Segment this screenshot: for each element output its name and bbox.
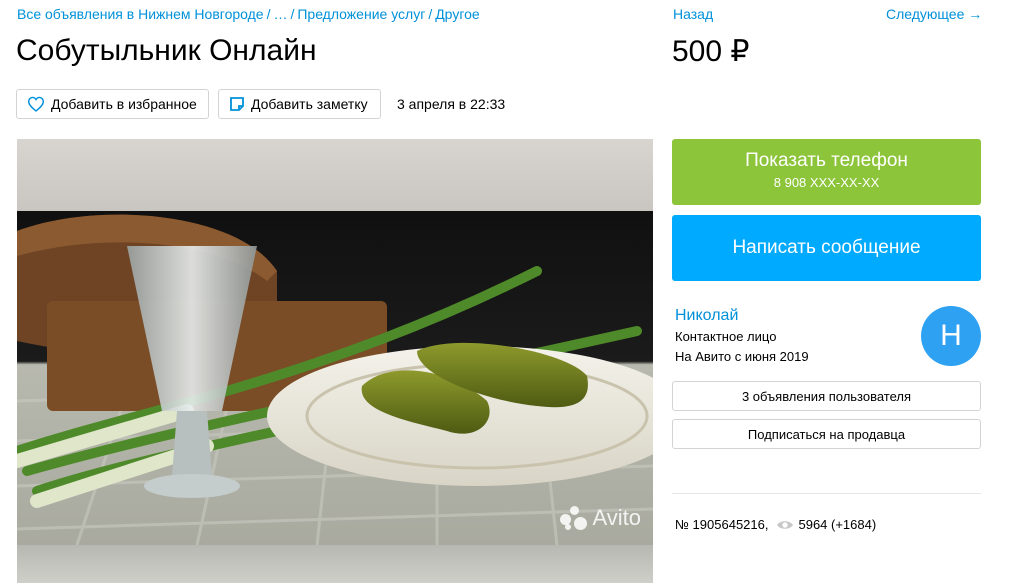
back-link[interactable]: Назад: [673, 6, 713, 22]
breadcrumb-separator: /: [428, 6, 433, 22]
breadcrumb-item-services[interactable]: Предложение услуг: [297, 6, 425, 22]
seller-ads-label: 3 объявления пользователя: [741, 388, 912, 404]
next-link[interactable]: Следующее →: [886, 6, 982, 22]
subscribe-seller-button[interactable]: Подписаться на продавца: [672, 419, 981, 449]
write-message-label: Написать сообщение: [732, 237, 921, 258]
eye-icon: [777, 520, 794, 529]
photo-image: [17, 211, 653, 546]
seller-role: Контактное лицо: [675, 329, 777, 344]
breadcrumb-item-ellipsis[interactable]: …: [273, 6, 287, 22]
price: 500 ₽: [672, 35, 750, 68]
breadcrumb-separator: /: [290, 6, 295, 22]
breadcrumb: Все объявления в Нижнем Новгороде /… / Пред…: [17, 6, 480, 22]
view-count: 5964 (+1684): [798, 517, 877, 532]
avatar[interactable]: Н: [921, 306, 981, 366]
subscribe-seller-label: Подписаться на продавца: [747, 426, 906, 442]
publish-date: 3 апреля в 22:33: [397, 96, 506, 112]
ad-meta: № 1905645216, 5964 (+1684): [675, 517, 876, 532]
seller-name[interactable]: Николай: [675, 307, 738, 325]
avito-watermark: Avito: [560, 505, 641, 531]
note-icon: [230, 97, 244, 111]
add-note-button[interactable]: Добавить заметку: [218, 89, 381, 119]
breadcrumb-item-other[interactable]: Другое: [435, 6, 479, 22]
seller-since: На Авито с июня 2019: [675, 349, 809, 364]
avito-watermark-text: Avito: [592, 505, 641, 530]
page-title: Собутыльник Онлайн: [16, 34, 317, 67]
ad-number: № 1905645216,: [675, 517, 769, 532]
write-message-button[interactable]: Написать сообщение: [672, 215, 981, 281]
avito-logo-icon: [560, 506, 588, 530]
show-phone-button[interactable]: Показать телефон 8 908 XXX-XX-XX: [672, 139, 981, 205]
masked-phone: 8 908 XXX-XX-XX: [773, 175, 880, 190]
divider: [672, 493, 981, 494]
photo-scene: [17, 211, 653, 546]
photo-blur-bottom: [17, 545, 653, 583]
add-note-label: Добавить заметку: [251, 96, 368, 112]
add-to-favorites-button[interactable]: Добавить в избранное: [16, 89, 209, 119]
seller-ads-button[interactable]: 3 объявления пользователя: [672, 381, 981, 411]
avatar-letter: Н: [940, 319, 962, 352]
breadcrumb-separator: /: [266, 6, 271, 22]
photo-blur-top: [17, 139, 653, 211]
ad-photo[interactable]: Avito: [17, 139, 653, 583]
breadcrumb-item-all-ads[interactable]: Все объявления в Нижнем Новгороде: [17, 6, 264, 22]
heart-icon: [27, 96, 45, 112]
show-phone-label: Показать телефон: [745, 150, 908, 171]
add-to-favorites-label: Добавить в избранное: [51, 96, 197, 112]
